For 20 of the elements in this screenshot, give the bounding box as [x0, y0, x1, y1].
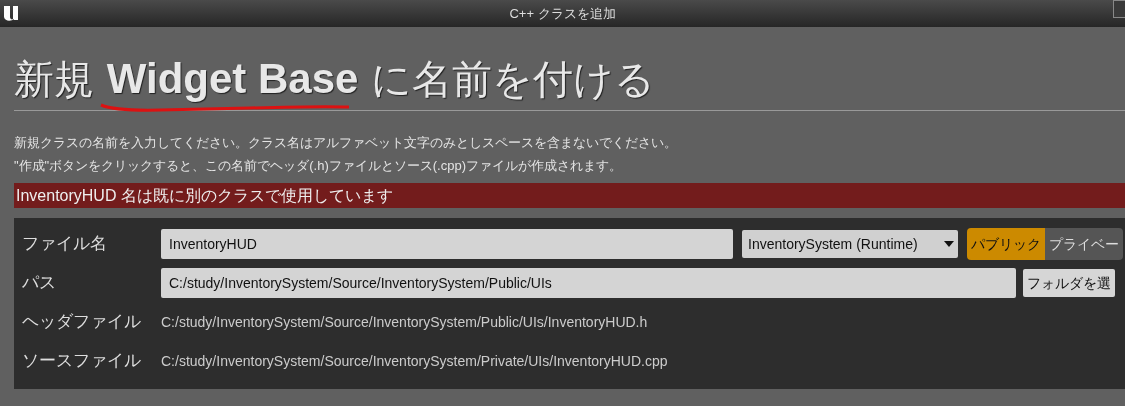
error-message: InventoryHUD 名は既に別のクラスで使用しています [14, 183, 1125, 208]
path-field[interactable]: C:/study/InventorySystem/Source/InventorySystem/Public/UIs [161, 267, 1016, 298]
module-dropdown[interactable]: InventorySystem (Runtime) [742, 229, 958, 258]
choose-folder-button[interactable]: フォルダを選 [1023, 268, 1115, 297]
description-text: 新規クラスの名前を入力してください。クラス名はアルファベット文字のみとしスペースを含まないでください。 [14, 134, 678, 152]
field-label: パス [22, 271, 57, 294]
field-label: ファイル名 [22, 232, 108, 255]
dialog-heading: 新規 Widget Base に名前を付ける [14, 57, 656, 101]
window-title: C++ クラスを追加 [509, 4, 616, 23]
field-label: ヘッダファイル [22, 310, 142, 333]
visibility-toggle[interactable]: パブリック [967, 227, 1045, 260]
caret-icon [944, 240, 954, 247]
field-label: ソースファイル [22, 349, 142, 372]
file-path: C:/study/InventorySystem/Source/InventorySystem/Public/UIs/InventoryHUD.h [161, 313, 648, 330]
file-path: C:/study/InventorySystem/Source/InventorySystem/Private/UIs/InventoryHUD.cpp [161, 352, 668, 369]
name-field[interactable]: InventoryHUD [161, 228, 733, 259]
logo-icon [2, 3, 20, 23]
description-text: "作成"ボタンをクリックすると、この名前でヘッダ(.h)ファイルとソース(.cpp)ファイルが作成されます。 [14, 157, 623, 175]
window-button[interactable] [1113, 0, 1125, 18]
visibility-toggle[interactable]: プライベー [1045, 227, 1123, 260]
